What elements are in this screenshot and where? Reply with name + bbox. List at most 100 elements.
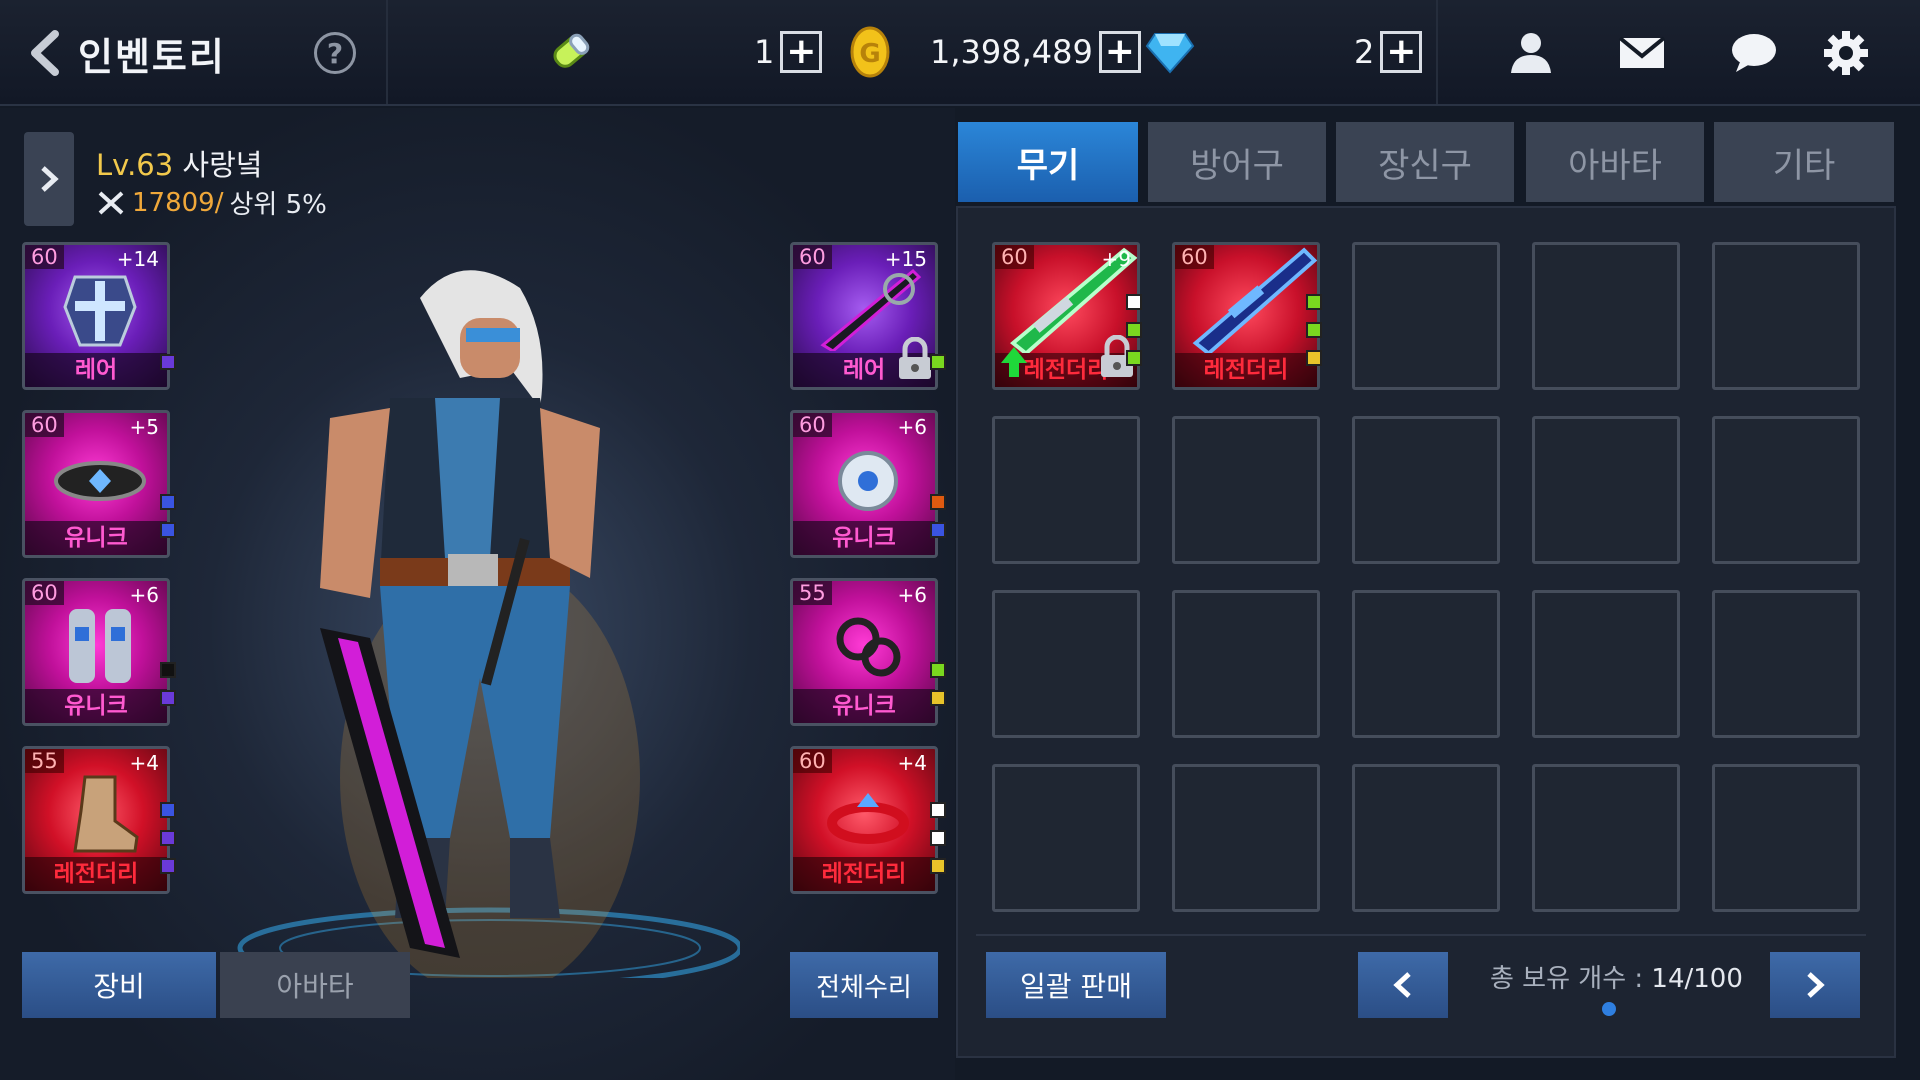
gem-sockets <box>930 354 946 370</box>
tab-armor[interactable]: 방어구 <box>1148 122 1326 202</box>
inventory-slot-empty[interactable] <box>1352 590 1500 738</box>
item-enhance: +4 <box>897 751 927 775</box>
gem-socket <box>930 802 946 818</box>
equip-tab-button[interactable]: 장비 <box>22 952 216 1018</box>
boots-icon <box>45 771 155 855</box>
inventory-slot-empty[interactable] <box>1712 416 1860 564</box>
energy-count: 1 <box>754 33 775 71</box>
gem-sockets <box>160 494 176 538</box>
tab-weapon[interactable]: 무기 <box>958 122 1138 202</box>
friends-icon[interactable] <box>1502 26 1558 80</box>
inventory-slot-empty[interactable] <box>1712 590 1860 738</box>
gem-socket <box>930 830 946 846</box>
inventory-slot-empty[interactable] <box>1172 764 1320 912</box>
inventory-slot-empty[interactable] <box>992 416 1140 564</box>
equipped-slot-right-4[interactable]: 60 +4 레전더리 <box>790 746 938 894</box>
chevron-left-icon <box>1393 972 1411 998</box>
character-info: Lv.63 사랑녘 <box>96 142 262 184</box>
equipped-slot-left-1[interactable]: 60 +14 레어 <box>22 242 170 390</box>
add-gold-button[interactable]: + <box>1098 31 1141 73</box>
gem-socket <box>160 858 176 874</box>
item-enhance: +5 <box>129 415 159 439</box>
upgrade-arrow-icon <box>1001 347 1027 377</box>
prev-page-button[interactable] <box>1358 952 1448 1018</box>
item-grade: 유니크 <box>25 521 167 555</box>
divider <box>386 0 388 104</box>
add-gem-button[interactable]: + <box>1380 31 1423 73</box>
item-enhance: +15 <box>884 247 927 271</box>
tab-avatar[interactable]: 아바타 <box>1526 122 1704 202</box>
combat-power: 17809/상위 5% <box>96 184 327 221</box>
inventory-item[interactable]: 60 레전더리 <box>1172 242 1320 390</box>
gem-socket <box>930 494 946 510</box>
chevron-right-icon <box>1807 972 1825 998</box>
item-count-value: 14/100 <box>1651 964 1743 994</box>
tab-accessory[interactable]: 장신구 <box>1336 122 1514 202</box>
chat-icon[interactable] <box>1726 26 1782 80</box>
inventory-item[interactable]: 60 +9 레전더리 <box>992 242 1140 390</box>
ring-icon <box>813 771 923 855</box>
expand-character-button[interactable] <box>24 132 74 226</box>
avatar-tab-button[interactable]: 아바타 <box>220 952 410 1018</box>
gem-sockets <box>160 802 176 874</box>
item-enhance: +14 <box>116 247 159 271</box>
top-bar: 인벤토리 ? 1 + G 1,398,489 + 2 + <box>0 0 1920 106</box>
equipped-slot-right-3[interactable]: 55 +6 유니크 <box>790 578 938 726</box>
character-model <box>237 270 740 978</box>
page-title: 인벤토리 <box>78 35 226 79</box>
divider <box>976 934 1866 936</box>
item-grade: 유니크 <box>793 689 935 723</box>
back-button[interactable] <box>24 30 64 76</box>
equipped-slot-right-2[interactable]: 60 +6 유니크 <box>790 410 938 558</box>
next-page-button[interactable] <box>1770 952 1860 1018</box>
bulk-sell-button[interactable]: 일괄 판매 <box>986 952 1166 1018</box>
inventory-slot-empty[interactable] <box>1712 242 1860 390</box>
gem-socket <box>930 858 946 874</box>
gem-sockets <box>930 662 946 706</box>
gold-coin-icon: G <box>842 24 898 80</box>
gem-sockets <box>160 662 176 706</box>
inventory-slot-empty[interactable] <box>1172 590 1320 738</box>
inventory-slot-empty[interactable] <box>1532 590 1680 738</box>
item-enhance: +4 <box>129 751 159 775</box>
gem-socket <box>930 522 946 538</box>
item-grade: 유니크 <box>25 689 167 723</box>
inventory-slot-empty[interactable] <box>1352 764 1500 912</box>
item-grade: 레전더리 <box>1175 353 1317 387</box>
inventory-slot-empty[interactable] <box>1352 242 1500 390</box>
tab-etc[interactable]: 기타 <box>1714 122 1894 202</box>
mail-icon[interactable] <box>1614 26 1670 80</box>
item-count-label: 총 보유 개수 : <box>1490 964 1652 994</box>
help-button[interactable]: ? <box>314 32 356 74</box>
item-level: 60 <box>25 581 64 605</box>
gem-socket <box>160 354 176 370</box>
gem-count: 2 <box>1354 33 1375 71</box>
inventory-slot-empty[interactable] <box>1172 416 1320 564</box>
item-level: 60 <box>25 413 64 437</box>
inventory-slot-empty[interactable] <box>992 764 1140 912</box>
gem-socket <box>160 662 176 678</box>
repair-all-button[interactable]: 전체수리 <box>790 952 938 1018</box>
settings-gear-icon[interactable] <box>1818 26 1874 80</box>
energy-icon <box>540 22 600 82</box>
inventory-slot-empty[interactable] <box>1352 416 1500 564</box>
item-level: 60 <box>793 413 832 437</box>
add-energy-button[interactable]: + <box>780 31 823 73</box>
page-indicator-dot <box>1602 1002 1616 1016</box>
equipped-slot-right-1[interactable]: 60 +15 레어 <box>790 242 938 390</box>
inventory-slot-empty[interactable] <box>1532 416 1680 564</box>
equipped-slot-left-4[interactable]: 55 +4 레전더리 <box>22 746 170 894</box>
gem-sockets <box>160 354 176 370</box>
equipped-slot-left-2[interactable]: 60 +5 유니크 <box>22 410 170 558</box>
inventory-slot-empty[interactable] <box>1712 764 1860 912</box>
item-level: 55 <box>793 581 832 605</box>
gold-amount: 1,398,489 <box>930 33 1093 71</box>
inventory-slot-empty[interactable] <box>992 590 1140 738</box>
inventory-slot-empty[interactable] <box>1532 764 1680 912</box>
inventory-slot-empty[interactable] <box>1532 242 1680 390</box>
gem-sockets <box>1306 294 1322 366</box>
item-enhance: +6 <box>897 415 927 439</box>
power-value: 17809/ <box>132 187 224 218</box>
equipped-slot-left-3[interactable]: 60 +6 유니크 <box>22 578 170 726</box>
item-enhance: +6 <box>129 583 159 607</box>
